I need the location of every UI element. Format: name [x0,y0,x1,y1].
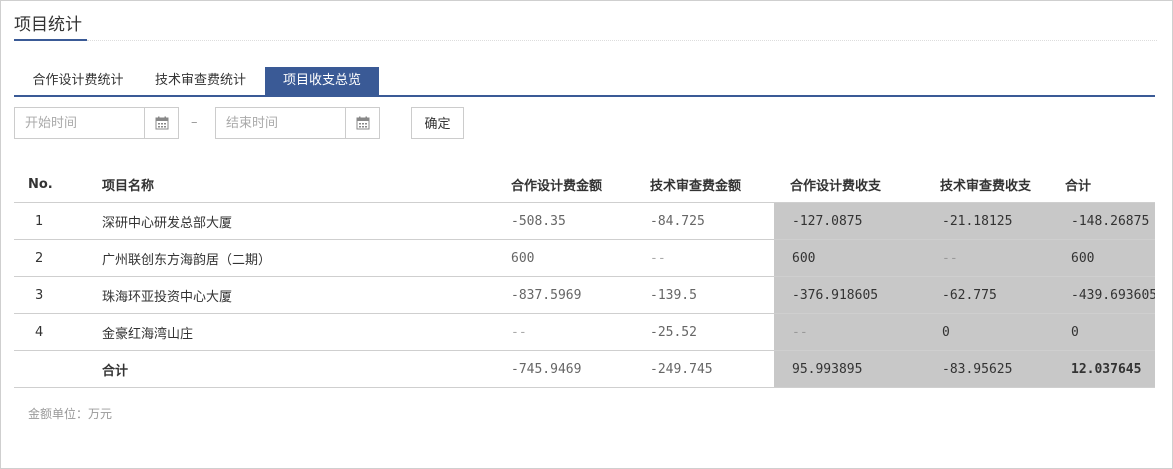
coop-balance: -376.918605 [774,276,926,314]
review-balance: -- [926,239,1059,277]
project-name: 金豪红海湾山庄 [102,313,511,351]
summary-review-balance: -83.95625 [926,350,1059,388]
row-total: -439.693605 [1059,276,1155,314]
summary-coop-balance: 95.993895 [774,350,926,388]
row-no: 2 [14,239,102,277]
project-summary-table: No. 项目名称 合作设计费金额 技术审查费金额 合作设计费收支 技术审查费收支… [14,166,1155,388]
coop-amount: -837.5969 [511,276,650,314]
review-amount: -- [650,239,774,277]
coop-balance: 600 [774,239,926,277]
end-date-calendar-button[interactable] [345,108,379,138]
stats-panel: 项目统计 合作设计费统计 技术审查费统计 项目收支总览 – [0,0,1173,469]
review-amount: -84.725 [650,202,774,240]
tab-coop-design-fee[interactable]: 合作设计费统计 [23,67,133,95]
header-no: No. [14,166,102,203]
confirm-button[interactable]: 确定 [411,107,464,139]
start-date-field [14,107,179,139]
end-date-field [215,107,380,139]
review-amount: -139.5 [650,276,774,314]
summary-total: 12.037645 [1059,350,1155,388]
header-review-amount: 技术审查费金额 [650,166,774,203]
coop-balance: -127.0875 [774,202,926,240]
header-total: 合计 [1059,166,1155,203]
project-name: 深研中心研发总部大厦 [102,202,511,240]
table-row[interactable]: 1 深研中心研发总部大厦 -508.35 -84.725 -127.0875 -… [14,202,1155,240]
page-title: 项目统计 [14,15,82,35]
title-underline [14,39,87,41]
calendar-icon [155,116,168,130]
table-header-row: No. 项目名称 合作设计费金额 技术审查费金额 合作设计费收支 技术审查费收支… [14,166,1155,203]
header-coop-amount: 合作设计费金额 [511,166,650,203]
end-date-input[interactable] [216,108,356,138]
row-no: 1 [14,202,102,240]
title-divider [87,40,1157,41]
summary-review-amount: -249.745 [650,350,774,388]
start-date-calendar-button[interactable] [144,108,178,138]
project-name: 广州联创东方海韵居（二期） [102,239,511,277]
project-name: 珠海环亚投资中心大厦 [102,276,511,314]
tab-bar: 合作设计费统计 技术审查费统计 项目收支总览 [14,67,1155,97]
review-balance: 0 [926,313,1059,351]
header-project-name: 项目名称 [102,166,511,203]
summary-coop-amount: -745.9469 [511,350,650,388]
table-row[interactable]: 3 珠海环亚投资中心大厦 -837.5969 -139.5 -376.91860… [14,276,1155,314]
review-balance: -62.775 [926,276,1059,314]
header-coop-balance: 合作设计费收支 [774,166,926,203]
review-amount: -25.52 [650,313,774,351]
start-date-input[interactable] [15,108,155,138]
row-no: 3 [14,276,102,314]
row-total: -148.26875 [1059,202,1155,240]
summary-label: 合计 [102,350,511,388]
table-row[interactable]: 4 金豪红海湾山庄 -- -25.52 -- 0 0 [14,313,1155,351]
coop-amount: 600 [511,239,650,277]
tab-project-overview[interactable]: 项目收支总览 [265,67,379,95]
calendar-icon [356,116,369,130]
coop-balance: -- [774,313,926,351]
summary-no [14,350,102,388]
header-review-balance: 技术审查费收支 [926,166,1059,203]
table-summary-row: 合计 -745.9469 -249.745 95.993895 -83.9562… [14,350,1155,388]
date-range-separator: – [191,115,198,130]
coop-amount: -- [511,313,650,351]
review-balance: -21.18125 [926,202,1059,240]
row-total: 600 [1059,239,1155,277]
coop-amount: -508.35 [511,202,650,240]
amount-unit-note: 金额单位：万元 [28,407,113,421]
tab-tech-review-fee[interactable]: 技术审查费统计 [144,67,257,95]
row-no: 4 [14,313,102,351]
row-total: 0 [1059,313,1155,351]
table-row[interactable]: 2 广州联创东方海韵居（二期） 600 -- 600 -- 600 [14,239,1155,277]
